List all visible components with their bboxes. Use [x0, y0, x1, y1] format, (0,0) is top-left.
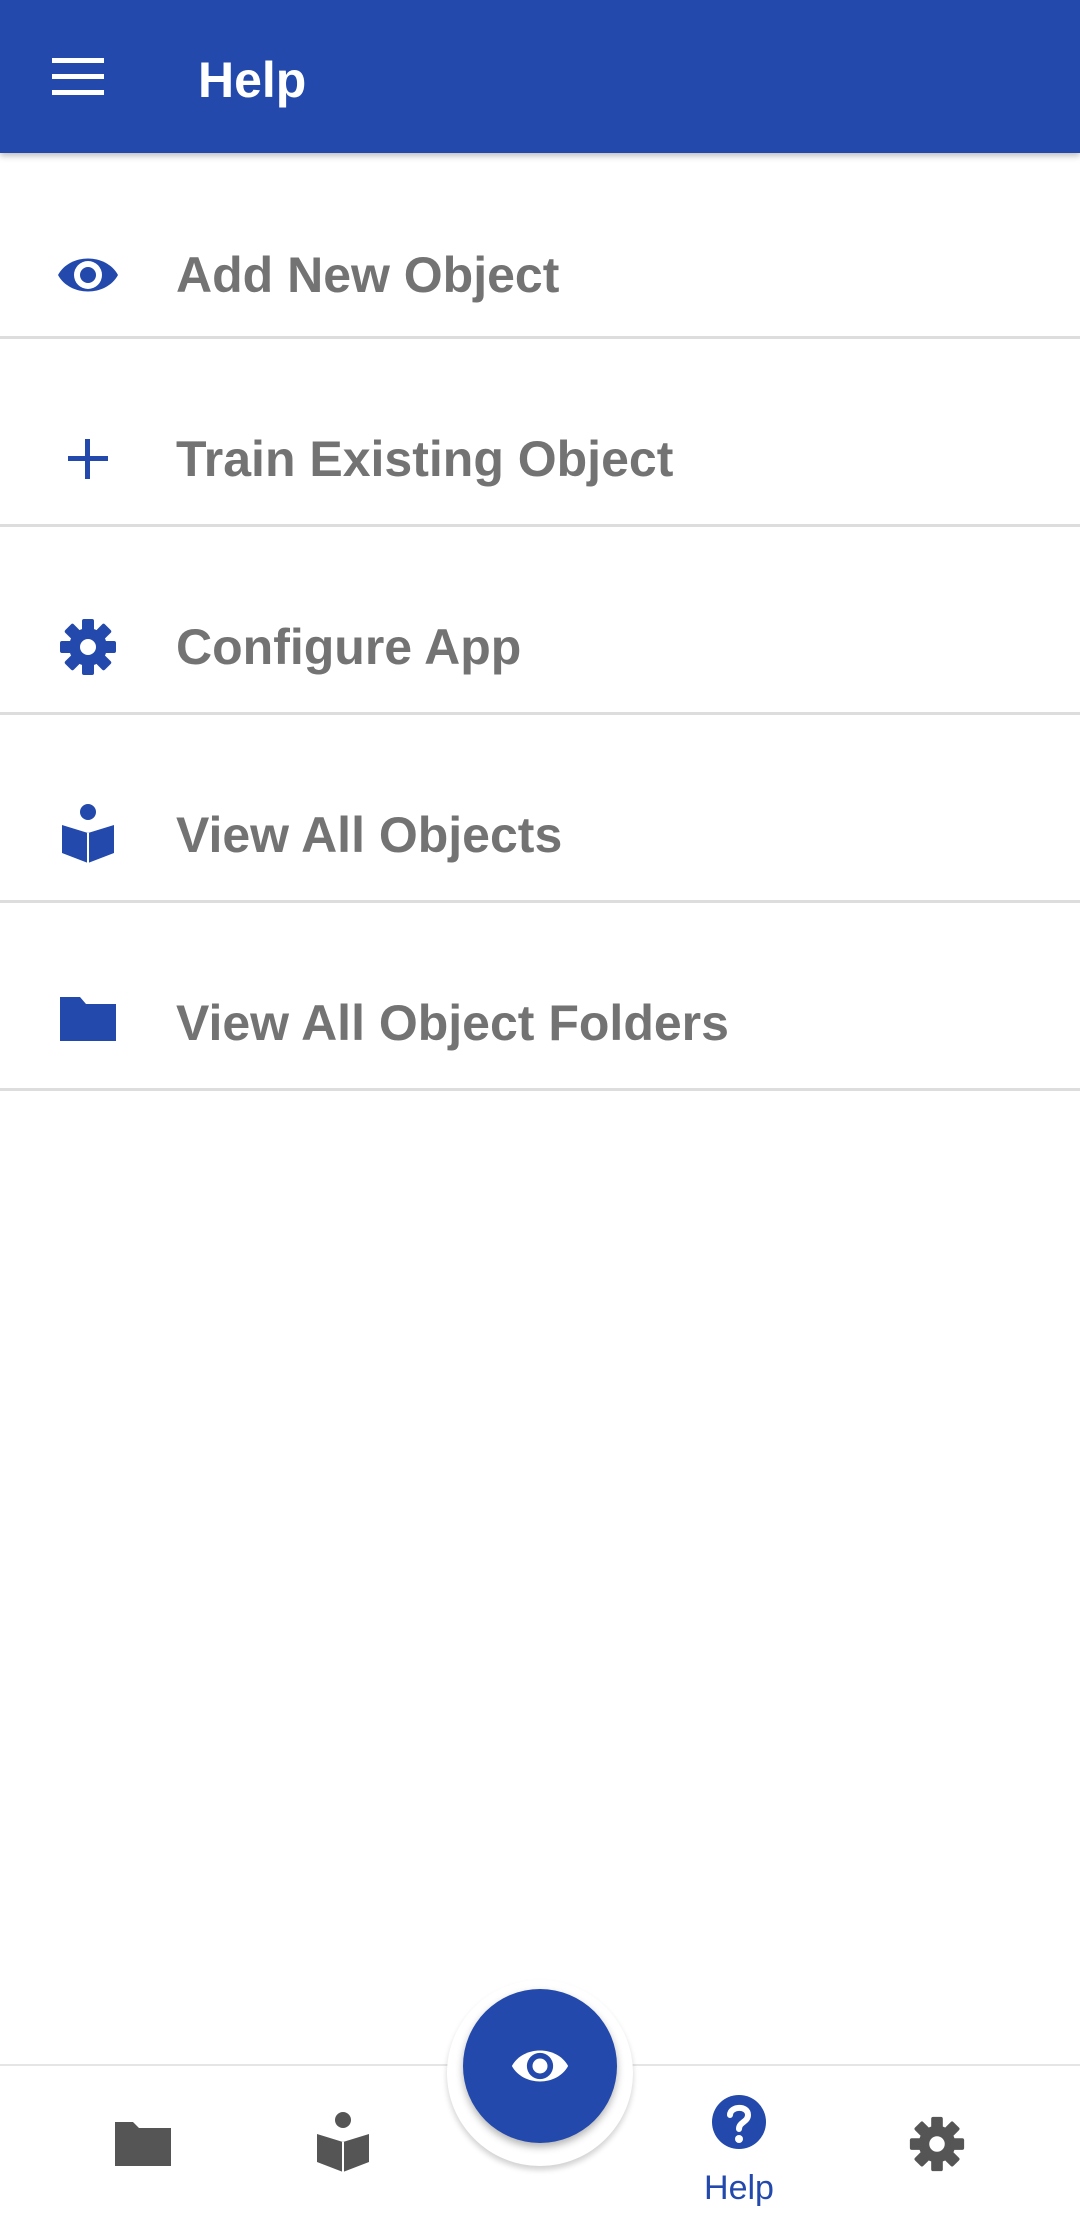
- list-item-view-all-object-folders[interactable]: View All Object Folders: [0, 903, 1080, 1091]
- help-list: Add New Object Train Existing Object Con…: [0, 153, 1080, 1091]
- nav-settings[interactable]: [874, 2066, 1000, 2222]
- page-title: Help: [198, 52, 307, 108]
- list-item-label: View All Objects: [176, 807, 563, 863]
- help-circle-icon: [712, 2095, 766, 2149]
- list-item-label: Add New Object: [176, 247, 560, 303]
- detect-fab-button[interactable]: [463, 1989, 617, 2143]
- plus-icon: [56, 427, 120, 491]
- app-bar: Help: [0, 0, 1080, 153]
- gear-icon: [56, 615, 120, 679]
- nav-help[interactable]: Help: [676, 2066, 802, 2222]
- list-item-configure-app[interactable]: Configure App: [0, 527, 1080, 715]
- eye-icon: [56, 243, 120, 307]
- nav-help-label: Help: [704, 2169, 774, 2207]
- list-item-view-all-objects[interactable]: View All Objects: [0, 715, 1080, 903]
- list-item-label: View All Object Folders: [176, 995, 729, 1051]
- eye-icon: [511, 2050, 569, 2082]
- nav-objects[interactable]: [280, 2066, 406, 2222]
- list-item-add-new-object[interactable]: Add New Object: [0, 153, 1080, 339]
- gear-icon: [909, 2116, 965, 2172]
- list-item-label: Configure App: [176, 619, 522, 675]
- nav-folders[interactable]: [80, 2066, 206, 2222]
- hamburger-menu-icon[interactable]: [40, 46, 116, 106]
- folder-icon: [115, 2122, 171, 2166]
- list-item-label: Train Existing Object: [176, 431, 674, 487]
- list-item-train-existing-object[interactable]: Train Existing Object: [0, 339, 1080, 527]
- reader-icon: [56, 801, 120, 865]
- reader-icon: [317, 2112, 369, 2172]
- folder-icon: [56, 987, 120, 1051]
